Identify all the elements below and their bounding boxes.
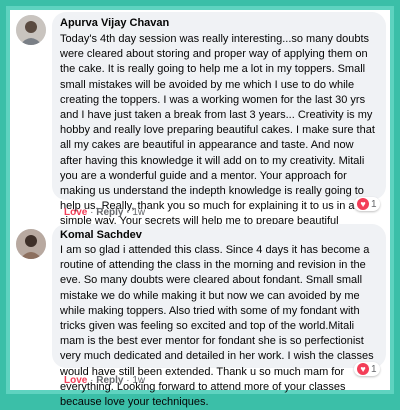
reaction-count-badge[interactable]: ♥ 1	[354, 197, 380, 211]
heart-icon: ♥	[357, 198, 369, 210]
comment-item: Apurva Vijay Chavan Today's 4th day sess…	[10, 10, 390, 243]
avatar[interactable]	[16, 15, 46, 45]
comment-time: 1w	[132, 375, 146, 386]
reaction-count: 1	[371, 198, 377, 210]
comment-time: 1w	[132, 207, 146, 218]
avatar-photo-icon	[16, 229, 46, 259]
comment-author[interactable]: Komal Sachdev	[60, 229, 142, 241]
reaction-count-badge[interactable]: ♥ 1	[354, 362, 380, 376]
reaction-count: 1	[371, 363, 377, 375]
comments-panel: Apurva Vijay Chavan Today's 4th day sess…	[10, 10, 390, 408]
love-reaction-link[interactable]: Love	[64, 375, 87, 386]
reply-link[interactable]: Reply	[96, 375, 123, 386]
love-reaction-link[interactable]: Love	[64, 207, 87, 218]
comment-actions: Love · Reply · 1w	[64, 375, 145, 386]
avatar[interactable]	[16, 229, 46, 259]
comment-bubble: Komal Sachdev I am so glad i attended th…	[52, 224, 386, 408]
comment-item: Komal Sachdev I am so glad i attended th…	[10, 222, 390, 408]
comment-actions: Love · Reply · 1w	[64, 207, 145, 218]
heart-icon: ♥	[357, 363, 369, 375]
reply-link[interactable]: Reply	[96, 207, 123, 218]
avatar-photo-icon	[16, 15, 46, 45]
comment-author[interactable]: Apurva Vijay Chavan	[60, 17, 169, 29]
comment-bubble: Apurva Vijay Chavan Today's 4th day sess…	[52, 12, 386, 243]
